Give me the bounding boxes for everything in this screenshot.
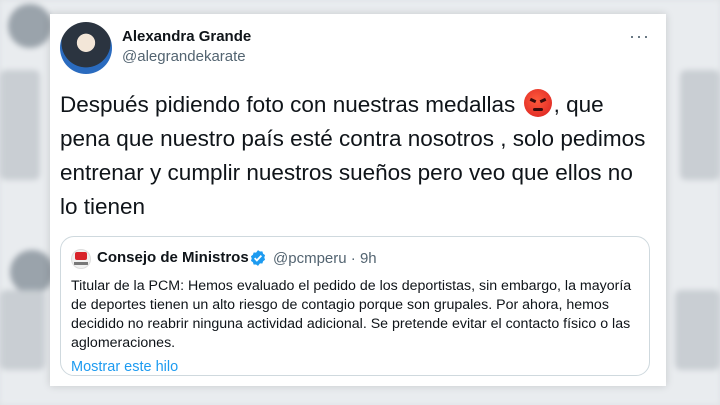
background-avatar: [10, 250, 54, 294]
quoted-tweet-time[interactable]: 9h: [360, 250, 377, 267]
quoted-author-handle[interactable]: @pcmperu: [273, 250, 347, 267]
tweet-text: Después pidiendo foto con nuestras medal…: [60, 88, 656, 224]
author-handle[interactable]: @alegrandekarate: [122, 48, 246, 65]
background-block: [675, 290, 720, 370]
verified-badge-icon: [250, 250, 266, 266]
quoted-author-avatar[interactable]: [71, 249, 91, 269]
background-avatar: [8, 4, 52, 48]
angry-face-icon: [523, 89, 552, 117]
background-block: [0, 290, 45, 370]
show-thread-link[interactable]: Mostrar este hilo: [71, 359, 178, 375]
author-name[interactable]: Alexandra Grande: [122, 28, 251, 45]
tweet-card[interactable]: Alexandra Grande @alegrandekarate ··· De…: [50, 14, 666, 386]
quoted-tweet-text: Titular de la PCM: Hemos evaluado el ped…: [71, 278, 632, 351]
background-block: [680, 70, 720, 180]
quoted-author-name[interactable]: Consejo de Ministros: [97, 249, 249, 266]
tweet-text-part-1: Después pidiendo foto con nuestras medal…: [60, 92, 516, 117]
background-block: [0, 70, 40, 180]
quoted-tweet[interactable]: Consejo de Ministros @pcmperu · 9h Titul…: [60, 236, 650, 376]
meta-separator: ·: [350, 250, 356, 267]
quoted-author-meta: @pcmperu · 9h: [273, 250, 377, 267]
author-avatar[interactable]: [60, 22, 112, 74]
more-options-icon[interactable]: ···: [629, 26, 650, 47]
